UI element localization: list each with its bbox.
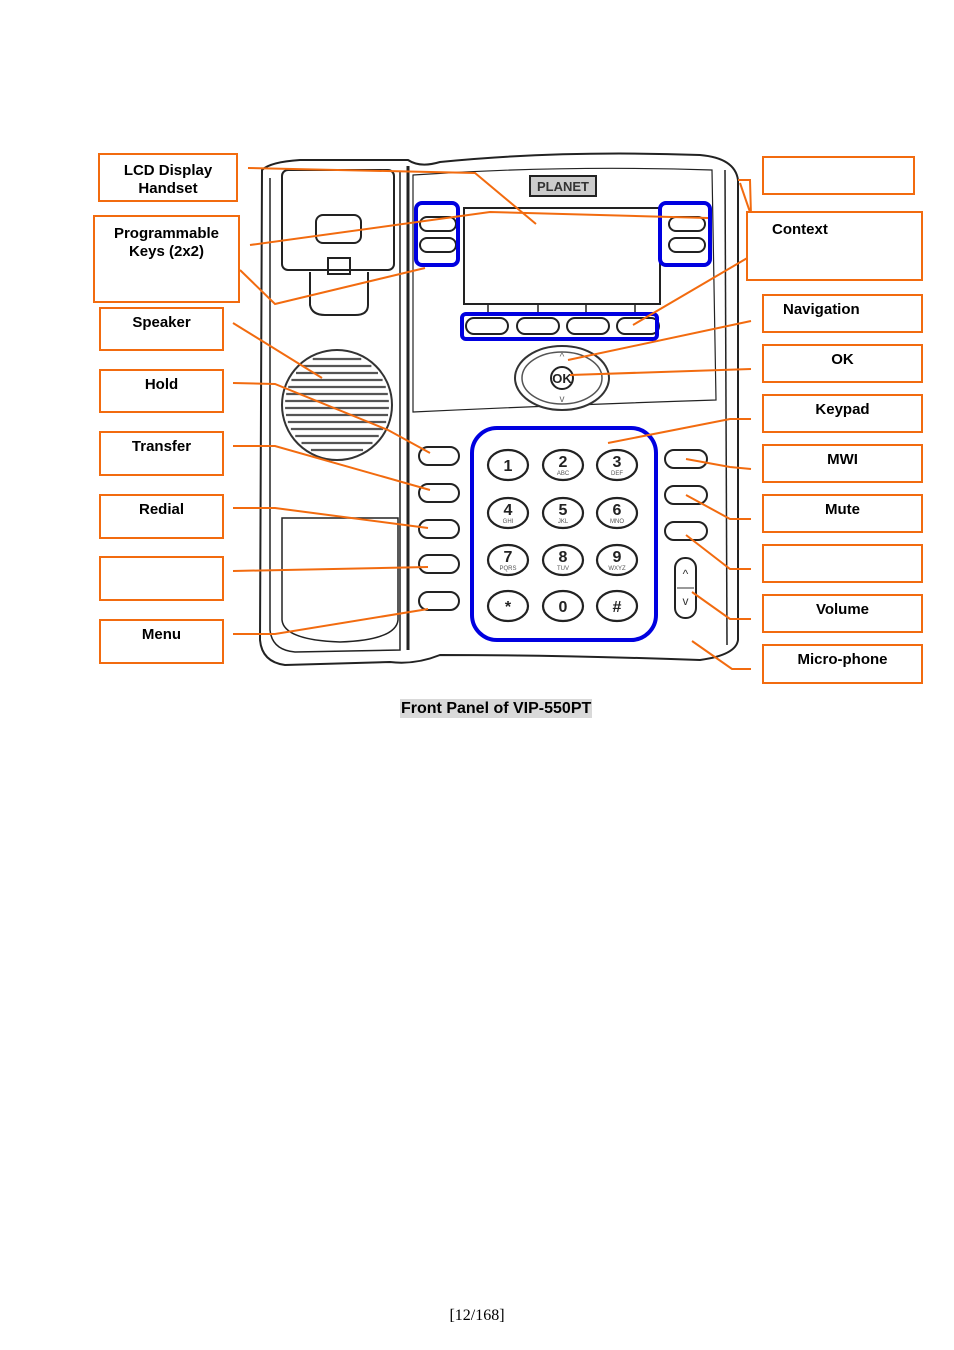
label-line: Micro-phone: [797, 651, 888, 668]
keypad-key-7[interactable]: 7PQRS: [486, 543, 530, 577]
label-line: LCD Display: [123, 162, 213, 179]
label-line: Redial: [138, 501, 184, 518]
key-digit: 1: [504, 458, 513, 475]
lcd-screen: [463, 207, 661, 305]
label-context: Context: [746, 211, 923, 281]
programmable-key-left-2[interactable]: [419, 237, 457, 253]
label-line: OK: [831, 351, 854, 368]
keypad-key-8[interactable]: 8TUV: [541, 543, 585, 577]
keypad-key-0[interactable]: 0: [541, 589, 585, 623]
keypad-key-5[interactable]: 5JKL: [541, 496, 585, 530]
key-letters: TUV: [557, 566, 569, 572]
label-speaker: Speaker: [99, 307, 224, 351]
context-key-1[interactable]: [465, 317, 509, 335]
key-digit: 9: [613, 549, 622, 566]
label-microphone: Micro-phone: [762, 644, 923, 684]
svg-text:v: v: [560, 394, 565, 405]
context-key-4[interactable]: [616, 317, 660, 335]
label-line: Mute: [825, 501, 860, 518]
key-letters: WXYZ: [608, 566, 626, 572]
label-hold: Hold: [99, 369, 224, 413]
label-blank-right: [762, 544, 923, 583]
unlabeled-left-key[interactable]: [418, 554, 460, 574]
key-digit: 8: [559, 549, 568, 566]
key-letters: PQRS: [499, 566, 516, 572]
transfer-key[interactable]: [418, 483, 460, 503]
key-letters: JKL: [558, 519, 569, 525]
unlabeled-right-key[interactable]: [664, 521, 708, 541]
label-line: Programmable: [113, 225, 220, 242]
keypad-key-4[interactable]: 4GHI: [486, 496, 530, 530]
label-line: Speaker: [132, 314, 191, 331]
planet-logo: PLANET: [529, 175, 597, 197]
label-blank-left: [99, 556, 224, 601]
label-line: Transfer: [131, 438, 192, 455]
key-digit: 0: [559, 599, 568, 616]
volume-rocker[interactable]: ^ v: [674, 557, 697, 619]
figure-caption: Front Panel of VIP-550PT: [400, 699, 593, 718]
label-line: Keys (2x2): [128, 243, 205, 260]
key-digit: 6: [613, 502, 622, 519]
svg-text:^: ^: [560, 352, 565, 363]
key-digit: 3: [613, 454, 622, 471]
keypad: 1 2ABC 3DEF 4GHI 5JKL 6MNO 7PQRS 8TUV 9WXYZ * 0 #: [486, 448, 639, 623]
keypad-key-6[interactable]: 6MNO: [595, 496, 639, 530]
svg-text:PLANET: PLANET: [537, 179, 589, 194]
label-keypad: Keypad: [762, 394, 923, 433]
programmable-key-right-1[interactable]: [668, 216, 706, 232]
key-digit: 4: [504, 502, 513, 519]
ok-key[interactable]: OK: [550, 366, 574, 390]
key-digit: *: [505, 599, 512, 616]
key-digit: #: [613, 599, 622, 616]
key-digit: 2: [559, 454, 568, 471]
handset-cradle: [281, 169, 395, 316]
keypad-key-star[interactable]: *: [486, 589, 530, 623]
key-letters: MNO: [610, 519, 624, 525]
context-key-3[interactable]: [566, 317, 610, 335]
speaker-grille: [281, 349, 393, 461]
key-digit: 7: [504, 549, 513, 566]
label-mwi: MWI: [762, 444, 923, 483]
menu-key[interactable]: [418, 591, 460, 611]
highlight-programmable-right: [658, 201, 712, 267]
keypad-key-hash[interactable]: #: [595, 589, 639, 623]
label-line: Context: [772, 221, 828, 238]
svg-text:OK: OK: [552, 371, 572, 386]
key-letters: GHI: [503, 519, 514, 525]
key-digit: 5: [559, 502, 568, 519]
redial-key[interactable]: [418, 519, 460, 539]
label-line: MWI: [827, 451, 858, 468]
label-volume: Volume: [762, 594, 923, 633]
label-line: Keypad: [815, 401, 870, 418]
highlight-programmable-left: [414, 201, 460, 267]
keypad-key-9[interactable]: 9WXYZ: [595, 543, 639, 577]
label-mute: Mute: [762, 494, 923, 533]
keypad-key-3[interactable]: 3DEF: [595, 448, 639, 482]
label-programmable-keys: Programmable Keys (2x2): [93, 215, 240, 303]
label-transfer: Transfer: [99, 431, 224, 476]
svg-text:v: v: [683, 594, 689, 608]
label-navigation: Navigation: [762, 294, 923, 333]
label-ok: OK: [762, 344, 923, 383]
label-line: Volume: [815, 601, 870, 618]
label-line: Navigation: [783, 301, 860, 318]
programmable-key-right-2[interactable]: [668, 237, 706, 253]
label-lcd-display-handset: LCD Display Handset: [98, 153, 238, 202]
svg-text:^: ^: [683, 567, 689, 581]
keypad-key-1[interactable]: 1: [486, 448, 530, 482]
label-blank-top-right: [762, 156, 915, 195]
label-line: Menu: [141, 626, 182, 643]
context-key-2[interactable]: [516, 317, 560, 335]
keypad-key-2[interactable]: 2ABC: [541, 448, 585, 482]
label-line: Handset: [138, 180, 198, 197]
label-line: Hold: [144, 376, 179, 393]
key-letters: DEF: [611, 471, 623, 477]
key-letters: ABC: [557, 471, 570, 477]
label-redial: Redial: [99, 494, 224, 539]
label-menu: Menu: [99, 619, 224, 664]
page-number: [12/168]: [449, 1307, 505, 1324]
